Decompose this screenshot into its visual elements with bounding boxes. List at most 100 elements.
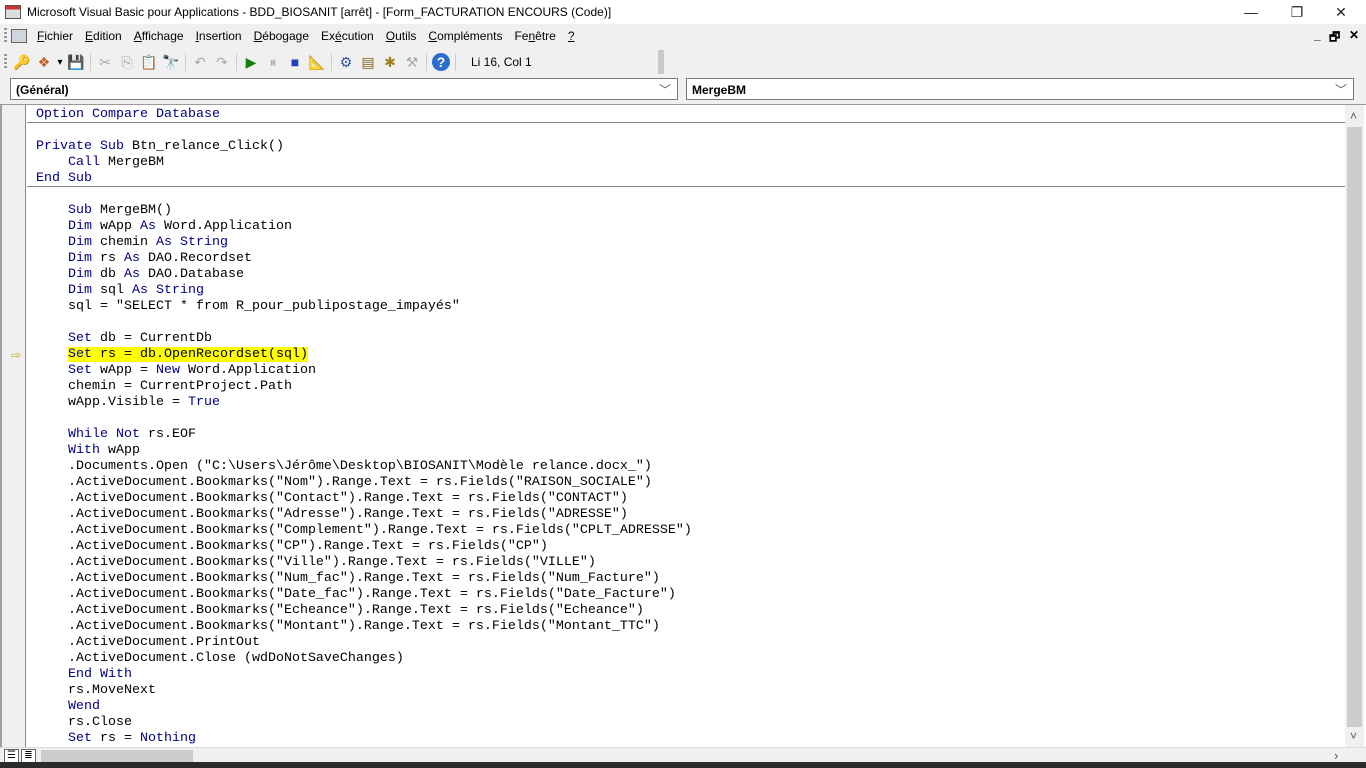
module-view-button[interactable]: ≣ xyxy=(21,749,36,763)
code-line[interactable]: Sub MergeBM() xyxy=(27,203,1345,219)
code-line[interactable]: .ActiveDocument.PrintOut xyxy=(27,635,1345,651)
code-line[interactable]: Option Compare Database xyxy=(27,107,1345,123)
horizontal-scroll-thumb[interactable] xyxy=(41,750,193,762)
code-token: chemin = CurrentProject.Path xyxy=(36,379,292,394)
code-line[interactable] xyxy=(27,123,1345,139)
code-line[interactable]: Wend xyxy=(27,699,1345,715)
code-line[interactable] xyxy=(27,315,1345,331)
save-icon[interactable]: 💾 xyxy=(65,52,87,72)
menu-fichier[interactable]: Fichier xyxy=(33,29,81,43)
restore-button[interactable]: ❐ xyxy=(1274,0,1320,24)
menu-outils[interactable]: Outils xyxy=(382,29,425,43)
procedure-dropdown[interactable]: MergeBM ﹀ xyxy=(686,78,1354,100)
scroll-up-icon[interactable]: ˄ xyxy=(1350,109,1357,123)
code-line[interactable]: Dim wApp As Word.Application xyxy=(27,219,1345,235)
menu-fenêtre[interactable]: Fenêtre xyxy=(510,29,563,43)
code-line[interactable]: chemin = CurrentProject.Path xyxy=(27,379,1345,395)
insert-object-icon[interactable]: ❖ xyxy=(33,52,55,72)
code-token: rs = xyxy=(92,731,140,746)
minimize-button[interactable]: — xyxy=(1228,0,1274,24)
code-token: db xyxy=(92,267,124,282)
code-line[interactable]: Private Sub Btn_relance_Click() xyxy=(27,139,1345,155)
toolbox-icon[interactable]: ⚒ xyxy=(401,52,423,72)
object-browser-icon[interactable]: ✱ xyxy=(379,52,401,72)
grip-handle[interactable] xyxy=(4,54,7,70)
dropdown-arrow-icon[interactable]: ▾ xyxy=(55,52,65,72)
taskbar-edge xyxy=(0,762,1366,768)
code-line[interactable]: .ActiveDocument.Bookmarks("CP").Range.Te… xyxy=(27,539,1345,555)
code-line[interactable]: Dim db As DAO.Database xyxy=(27,267,1345,283)
code-line[interactable]: rs.Close xyxy=(27,715,1345,731)
menu-affichage[interactable]: Affichage xyxy=(130,29,192,43)
redo-icon[interactable]: ↷ xyxy=(211,52,233,72)
code-line[interactable]: .ActiveDocument.Bookmarks("Echeance").Ra… xyxy=(27,603,1345,619)
cut-icon[interactable]: ✂ xyxy=(94,52,116,72)
code-line[interactable]: .ActiveDocument.Bookmarks("Contact").Ran… xyxy=(27,491,1345,507)
code-line[interactable]: Call MergeBM xyxy=(27,155,1345,171)
code-line[interactable]: Set wApp = New Word.Application xyxy=(27,363,1345,379)
design-mode-icon[interactable]: 📐 xyxy=(306,52,328,72)
code-line[interactable]: Dim rs As DAO.Recordset xyxy=(27,251,1345,267)
access-object-icon[interactable] xyxy=(11,29,27,43)
code-line[interactable]: .ActiveDocument.Close (wdDoNotSaveChange… xyxy=(27,651,1345,667)
code-line[interactable] xyxy=(27,411,1345,427)
mdi-minimize-button[interactable]: _ xyxy=(1314,28,1321,42)
code-line[interactable]: .ActiveDocument.Bookmarks("Nom").Range.T… xyxy=(27,475,1345,491)
object-dropdown[interactable]: (Général) ﹀ xyxy=(10,78,678,100)
menu-débogage[interactable]: Débogage xyxy=(250,29,317,43)
paste-icon[interactable]: 📋 xyxy=(138,52,160,72)
menu-insertion[interactable]: Insertion xyxy=(192,29,250,43)
menu-exécution[interactable]: Exécution xyxy=(317,29,382,43)
help-icon[interactable]: ? xyxy=(432,53,450,71)
code-line[interactable]: .Documents.Open ("C:\Users\Jérôme\Deskto… xyxy=(27,459,1345,475)
code-line[interactable] xyxy=(27,187,1345,203)
code-line[interactable]: .ActiveDocument.Bookmarks("Num_fac").Ran… xyxy=(27,571,1345,587)
code-line[interactable]: Set rs = Nothing xyxy=(27,731,1345,747)
margin-indicator-bar[interactable]: ⇨ xyxy=(0,105,26,747)
vertical-scrollbar[interactable]: ˄ ˅ xyxy=(1345,105,1364,747)
procedure-view-button[interactable]: ☰ xyxy=(4,749,19,763)
code-line[interactable]: .ActiveDocument.Bookmarks("Ville").Range… xyxy=(27,555,1345,571)
copy-icon[interactable]: ⎘ xyxy=(116,52,138,72)
pause-icon[interactable]: ⏸ xyxy=(262,52,284,72)
scroll-right-icon[interactable]: › xyxy=(1334,748,1338,763)
code-line[interactable]: End With xyxy=(27,667,1345,683)
code-line[interactable]: .ActiveDocument.Bookmarks("Adresse").Ran… xyxy=(27,507,1345,523)
horizontal-scrollbar[interactable]: ☰ ≣ ‹ › xyxy=(0,747,1366,763)
code-line[interactable]: .ActiveDocument.Bookmarks("Date_fac").Ra… xyxy=(27,587,1345,603)
code-line[interactable]: Dim chemin As String xyxy=(27,235,1345,251)
code-line[interactable]: With wApp xyxy=(27,443,1345,459)
scroll-down-icon[interactable]: ˅ xyxy=(1350,729,1357,743)
code-line[interactable]: Set db = CurrentDb xyxy=(27,331,1345,347)
code-editor[interactable]: ⇨ Option Compare Database Private Sub Btn… xyxy=(0,104,1366,763)
keyword: Set xyxy=(68,363,92,378)
stop-icon[interactable]: ■ xyxy=(284,52,306,72)
chevron-down-icon[interactable]: ﹀ xyxy=(659,81,671,98)
properties-icon[interactable]: ▤ xyxy=(357,52,379,72)
code-line[interactable]: .ActiveDocument.Bookmarks("Montant").Ran… xyxy=(27,619,1345,635)
menu-?[interactable]: ? xyxy=(564,29,583,43)
mdi-restore-button[interactable]: 🗗 xyxy=(1329,28,1340,49)
menu-compléments[interactable]: Compléments xyxy=(424,29,510,43)
keyword: Set xyxy=(68,731,92,746)
vertical-scroll-thumb[interactable] xyxy=(1347,127,1362,727)
find-icon[interactable]: 🔭 xyxy=(160,52,182,72)
code-line[interactable]: Set rs = db.OpenRecordset(sql) xyxy=(27,347,1345,363)
mdi-close-button[interactable]: ✕ xyxy=(1349,28,1359,42)
code-line[interactable]: While Not rs.EOF xyxy=(27,427,1345,443)
access-icon[interactable]: 🔑 xyxy=(11,52,33,72)
undo-icon[interactable]: ↶ xyxy=(189,52,211,72)
project-explorer-icon[interactable]: ⚙ xyxy=(335,52,357,72)
menu-edition[interactable]: Edition xyxy=(81,29,130,43)
code-line[interactable]: Dim sql As String xyxy=(27,283,1345,299)
close-button[interactable]: ✕ xyxy=(1318,0,1364,24)
chevron-down-icon[interactable]: ﹀ xyxy=(1335,81,1347,98)
code-text[interactable]: Option Compare Database Private Sub Btn_r… xyxy=(27,107,1345,747)
code-line[interactable]: .ActiveDocument.Bookmarks("Complement").… xyxy=(27,523,1345,539)
grip-handle[interactable] xyxy=(4,28,7,44)
run-icon[interactable]: ▶ xyxy=(240,52,262,72)
code-line[interactable]: rs.MoveNext xyxy=(27,683,1345,699)
code-line[interactable]: wApp.Visible = True xyxy=(27,395,1345,411)
code-line[interactable]: sql = "SELECT * from R_pour_publipostage… xyxy=(27,299,1345,315)
code-line[interactable]: End Sub xyxy=(27,171,1345,187)
